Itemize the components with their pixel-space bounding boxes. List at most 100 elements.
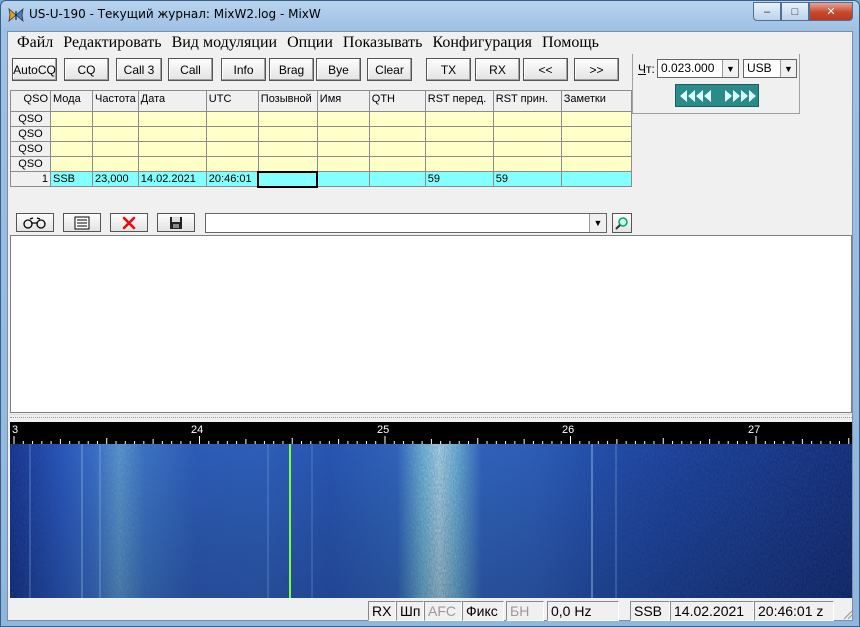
col-call[interactable]: Позывной <box>257 90 318 112</box>
status-squelch[interactable]: Шп <box>396 601 424 621</box>
resize-grip-icon[interactable] <box>841 608 853 620</box>
scale-label-24: 24 <box>191 424 204 436</box>
status-fix[interactable]: Фикс <box>462 601 504 621</box>
menu-bar: Файл Редактировать Вид модуляции Опции П… <box>8 32 852 54</box>
menu-mode[interactable]: Вид модуляции <box>167 32 283 54</box>
red-x-icon <box>122 216 136 229</box>
macro-toolbar: AutoCQ CQ Call 3 Call Info Brag Bye Clea… <box>8 58 632 84</box>
waterfall-display[interactable] <box>10 444 852 598</box>
menu-edit[interactable]: Редактировать <box>58 32 166 54</box>
cell-call[interactable] <box>257 170 319 188</box>
frequency-combo[interactable]: 0.023.000 ▼ <box>657 59 739 78</box>
row-header: QSO <box>10 126 51 142</box>
frequency-value: 0.023.000 <box>661 61 715 75</box>
next-button[interactable]: >> <box>574 58 619 81</box>
table-row[interactable]: QSO <box>10 126 632 142</box>
scale-label-26: 26 <box>562 424 575 436</box>
col-name[interactable]: Имя <box>316 90 370 112</box>
autocq-button[interactable]: AutoCQ <box>12 58 57 81</box>
client-area: Файл Редактировать Вид модуляции Опции П… <box>7 31 853 621</box>
maximize-button[interactable]: □ <box>781 2 809 21</box>
window-controls: – □ ✕ <box>753 2 853 22</box>
col-qth[interactable]: QTH <box>368 90 426 112</box>
row-number: 1 <box>10 171 51 187</box>
close-button[interactable]: ✕ <box>809 2 853 21</box>
status-afc[interactable]: AFC <box>424 601 462 621</box>
minimize-button[interactable]: – <box>753 2 781 21</box>
col-date[interactable]: Дата <box>137 90 207 112</box>
sideband-value: USB <box>747 61 772 75</box>
table-row[interactable]: QSO <box>10 111 632 127</box>
window-title: US-U-190 - Текущий журнал: MixW2.log - M… <box>29 7 321 21</box>
menu-options[interactable]: Опции <box>282 32 338 54</box>
mixw-butterfly-icon <box>8 7 24 23</box>
scale-label-25: 25 <box>377 424 390 436</box>
col-rst-sent[interactable]: RST перед. <box>424 90 494 112</box>
col-utc[interactable]: UTC <box>205 90 259 112</box>
save-qso-button[interactable] <box>157 213 195 232</box>
cell-qth[interactable] <box>368 171 426 187</box>
tune-control[interactable] <box>675 84 759 107</box>
log-card-icon <box>74 216 90 229</box>
status-bar: RX Шп AFC Фикс БН 0,0 Hz SSB 14.02.2021 … <box>8 599 854 621</box>
bye-button[interactable]: Bye <box>316 58 361 81</box>
log-card-button[interactable] <box>63 213 101 232</box>
log-grid: QSO Мода Частота Дата UTC Позывной Имя Q… <box>10 90 632 210</box>
chevron-down-icon[interactable]: ▼ <box>722 60 738 77</box>
call3-button[interactable]: Call 3 <box>116 58 162 81</box>
pane-splitter[interactable] <box>10 414 852 422</box>
cell-name[interactable] <box>316 171 370 187</box>
rx-button[interactable]: RX <box>475 58 520 81</box>
col-notes[interactable]: Заметки <box>560 90 632 112</box>
col-rst-rcvd[interactable]: RST прин. <box>492 90 562 112</box>
status-offset: 0,0 Hz <box>547 601 619 621</box>
scale-label-left: 3 <box>12 424 19 436</box>
cell-mode[interactable]: SSB <box>50 171 93 187</box>
cell-freq[interactable]: 23,000 <box>92 171 139 187</box>
menu-view[interactable]: Показывать <box>338 32 428 54</box>
cq-button[interactable]: CQ <box>64 58 109 81</box>
chevron-down-icon[interactable]: ▼ <box>780 60 796 77</box>
frequency-label-hotkey: Ч <box>638 62 646 76</box>
app-window: US-U-190 - Текущий журнал: MixW2.log - M… <box>0 0 860 627</box>
brag-button[interactable]: Brag <box>269 58 314 81</box>
cell-rst-rcvd[interactable]: 59 <box>492 171 562 187</box>
col-qso[interactable]: QSO <box>10 90 51 112</box>
call-button[interactable]: Call <box>168 58 213 81</box>
cell-date[interactable]: 14.02.2021 <box>137 171 207 187</box>
find-button[interactable] <box>612 213 632 233</box>
sideband-combo[interactable]: USB ▼ <box>743 59 797 78</box>
lookup-button[interactable] <box>16 213 54 232</box>
table-row[interactable]: QSO <box>10 141 632 157</box>
title-bar[interactable]: US-U-190 - Текущий журнал: MixW2.log - M… <box>1 1 859 31</box>
status-date: 14.02.2021 <box>670 601 754 621</box>
binoculars-icon <box>23 216 46 229</box>
log-header-row: QSO Мода Частота Дата UTC Позывной Имя Q… <box>10 90 632 112</box>
magnifier-icon <box>615 217 628 230</box>
cell-rst-sent[interactable]: 59 <box>424 171 494 187</box>
row-header: QSO <box>10 111 51 127</box>
receive-text-pane[interactable] <box>10 235 852 413</box>
menu-configuration[interactable]: Конфигурация <box>427 32 537 54</box>
status-bn[interactable]: БН <box>506 601 544 621</box>
col-mode[interactable]: Мода <box>50 90 93 112</box>
log-search-combo[interactable]: ▼ <box>205 213 607 233</box>
tx-button[interactable]: TX <box>426 58 471 81</box>
status-rx[interactable]: RX <box>368 601 396 621</box>
clear-button[interactable]: Clear <box>367 58 412 81</box>
tune-arrows-icon <box>680 90 756 102</box>
table-row[interactable]: QSO <box>10 156 632 172</box>
cell-utc[interactable]: 20:46:01 <box>205 171 259 187</box>
prev-button[interactable]: << <box>523 58 568 81</box>
cell-notes[interactable] <box>560 171 632 187</box>
scale-ticks <box>13 436 850 444</box>
chevron-down-icon[interactable]: ▼ <box>589 214 606 232</box>
current-qso-row[interactable]: 1 SSB 23,000 14.02.2021 20:46:01 59 59 <box>10 170 632 188</box>
frequency-scale[interactable]: 3 24 25 26 27 <box>10 422 852 444</box>
menu-help[interactable]: Помощь <box>537 32 604 54</box>
info-button[interactable]: Info <box>221 58 266 81</box>
col-freq[interactable]: Частота <box>92 90 139 112</box>
delete-qso-button[interactable] <box>110 213 148 232</box>
row-header: QSO <box>10 141 51 157</box>
menu-file[interactable]: Файл <box>12 32 58 54</box>
